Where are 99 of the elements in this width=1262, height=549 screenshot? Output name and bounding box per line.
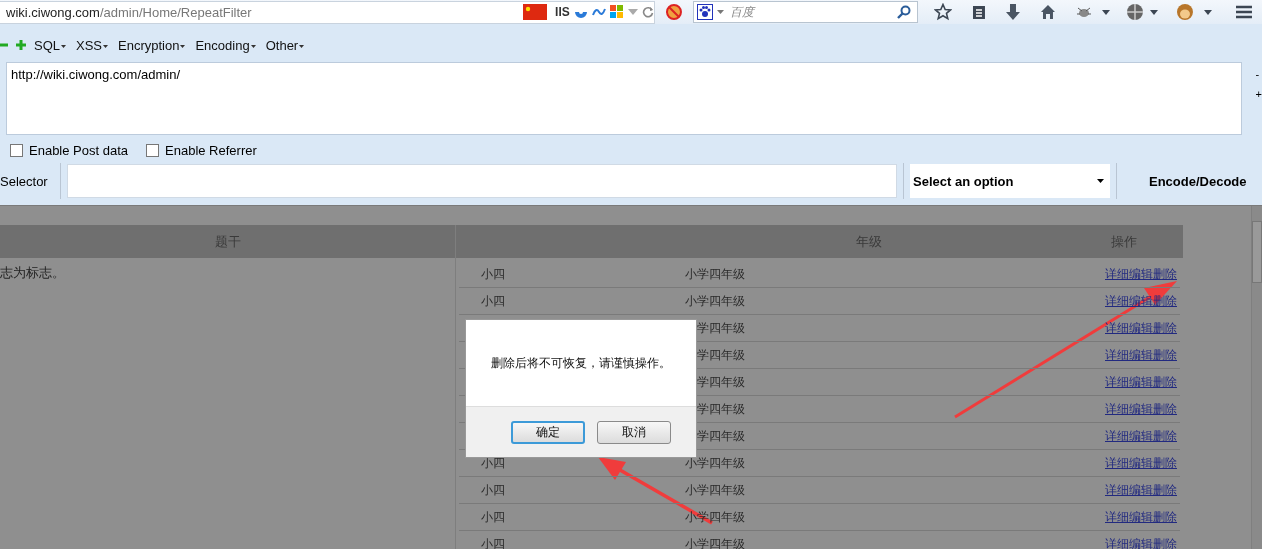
- table-cell: 小四: [481, 455, 505, 470]
- checkbox[interactable]: [10, 143, 23, 157]
- action-link[interactable]: 删除: [1153, 481, 1177, 499]
- table-cell: 小学四年级: [685, 266, 745, 281]
- action-link[interactable]: 编辑: [1129, 535, 1153, 549]
- caret-icon[interactable]: [1150, 9, 1159, 15]
- table-cell: 小学四年级: [685, 536, 745, 549]
- toolbar-menu[interactable]: Encryption: [118, 37, 186, 53]
- addon-label[interactable]: IIS: [555, 5, 570, 19]
- table-cell: 小四: [481, 266, 505, 281]
- resize-mark[interactable]: -: [1255, 68, 1262, 80]
- caret-icon[interactable]: [180, 44, 186, 48]
- table-cell: 学四年级: [697, 428, 745, 443]
- table-cell: 小学四年级: [685, 455, 745, 470]
- url-host: wiki.ciwong.com: [6, 4, 100, 20]
- action-link[interactable]: 删除: [1153, 427, 1177, 445]
- action-link[interactable]: 删除: [1153, 535, 1177, 549]
- action-link[interactable]: 删除: [1153, 346, 1177, 364]
- search-bar[interactable]: 百度: [692, 1, 919, 23]
- action-link[interactable]: 编辑: [1129, 427, 1153, 445]
- wave-icon[interactable]: [591, 7, 606, 17]
- action-link[interactable]: 删除: [1153, 265, 1177, 283]
- action-link[interactable]: 删除: [1153, 508, 1177, 526]
- action-link[interactable]: 详细: [1105, 427, 1129, 445]
- table-cell: 学四年级: [697, 347, 745, 362]
- action-link[interactable]: 详细: [1105, 481, 1129, 499]
- home-icon[interactable]: [1040, 4, 1057, 20]
- action-link[interactable]: 详细: [1105, 454, 1129, 472]
- caret-icon[interactable]: [1204, 9, 1213, 15]
- selector-label: Selector: [0, 173, 49, 189]
- clipboard-icon[interactable]: [972, 4, 987, 20]
- dialog-message: 删除后将不可恢复，请谨慎操作。: [490, 354, 672, 372]
- caret-icon[interactable]: [103, 44, 109, 48]
- selector-field[interactable]: [67, 164, 897, 198]
- action-link[interactable]: 删除: [1153, 400, 1177, 418]
- toolbar-menu[interactable]: SQL: [34, 37, 66, 53]
- caret-icon[interactable]: [1102, 9, 1111, 15]
- toolbar-menu[interactable]: Other: [265, 37, 305, 53]
- action-link[interactable]: 详细: [1105, 373, 1129, 391]
- checkbox-label: Enable Post data: [29, 142, 129, 158]
- windows-icon[interactable]: [609, 5, 624, 19]
- encode-decode-label[interactable]: Encode/Decode: [1149, 173, 1247, 189]
- table-cell: 学四年级: [697, 320, 745, 335]
- action-link[interactable]: 删除: [1153, 319, 1177, 337]
- table-cell: 小学四年级: [685, 482, 745, 497]
- action-link[interactable]: 详细: [1105, 292, 1129, 310]
- table-cell: 小学四年级: [685, 509, 745, 524]
- table-cell-text: 志为标志。: [0, 264, 66, 282]
- action-link[interactable]: 编辑: [1129, 319, 1153, 337]
- scroll-thumb[interactable]: [1252, 221, 1262, 283]
- table-cell: 小四: [481, 482, 505, 497]
- checkbox[interactable]: [146, 143, 160, 157]
- menu-icon[interactable]: [1236, 5, 1252, 19]
- action-link[interactable]: 编辑: [1129, 265, 1153, 283]
- table-cell: 学四年级: [697, 374, 745, 389]
- action-link[interactable]: 详细: [1105, 346, 1129, 364]
- table-cell: 学四年级: [697, 401, 745, 416]
- url-textarea[interactable]: http://wiki.ciwong.com/admin/: [6, 62, 1242, 135]
- checkbox-label: Enable Referrer: [165, 142, 257, 158]
- star-icon[interactable]: [934, 3, 953, 21]
- search-icon[interactable]: [897, 5, 912, 19]
- download-icon[interactable]: [1006, 4, 1021, 20]
- action-link[interactable]: 详细: [1105, 400, 1129, 418]
- toolbar-menu[interactable]: Encoding: [195, 37, 256, 53]
- dialog-button[interactable]: 取消: [597, 420, 671, 444]
- globe-icon[interactable]: [1126, 3, 1145, 21]
- action-link[interactable]: 编辑: [1129, 481, 1153, 499]
- blocked-icon[interactable]: [664, 3, 683, 21]
- search-input[interactable]: 百度: [727, 4, 894, 20]
- table-cell: 小四: [481, 536, 505, 549]
- table-cell: 小四: [481, 293, 505, 308]
- action-link[interactable]: 编辑: [1129, 373, 1153, 391]
- monkey-icon[interactable]: [1176, 3, 1195, 21]
- scrollbar[interactable]: [1251, 206, 1262, 549]
- flag-icon: [523, 4, 548, 20]
- action-link[interactable]: 详细: [1105, 535, 1129, 549]
- url-path: /admin/Home/RepeatFilter: [99, 4, 253, 20]
- caret-icon[interactable]: [299, 44, 305, 48]
- action-link[interactable]: 编辑: [1129, 346, 1153, 364]
- action-link[interactable]: 删除: [1153, 373, 1177, 391]
- action-link[interactable]: 编辑: [1129, 508, 1153, 526]
- action-link[interactable]: 编辑: [1129, 400, 1153, 418]
- resize-mark[interactable]: +: [1255, 88, 1262, 100]
- table-cell: 小学四年级: [685, 293, 745, 308]
- action-link[interactable]: 详细: [1105, 319, 1129, 337]
- paw-icon[interactable]: [696, 4, 713, 20]
- option-select[interactable]: Select an option: [910, 164, 1110, 198]
- reload-icon[interactable]: [641, 6, 654, 18]
- toolbar-menu[interactable]: XSS: [76, 37, 109, 53]
- dialog-button[interactable]: 确定: [511, 420, 585, 444]
- action-link[interactable]: 编辑: [1129, 454, 1153, 472]
- table-cell: 小四: [481, 509, 505, 524]
- action-link[interactable]: 详细: [1105, 508, 1129, 526]
- caret-icon[interactable]: [1097, 179, 1104, 183]
- action-link[interactable]: 删除: [1153, 454, 1177, 472]
- caret-icon[interactable]: [250, 44, 256, 48]
- caret-icon[interactable]: [61, 44, 66, 48]
- address-field[interactable]: wiki.ciwong.com/admin/Home/RepeatFilter IIS: [0, 0, 655, 24]
- action-link[interactable]: 详细: [1105, 265, 1129, 283]
